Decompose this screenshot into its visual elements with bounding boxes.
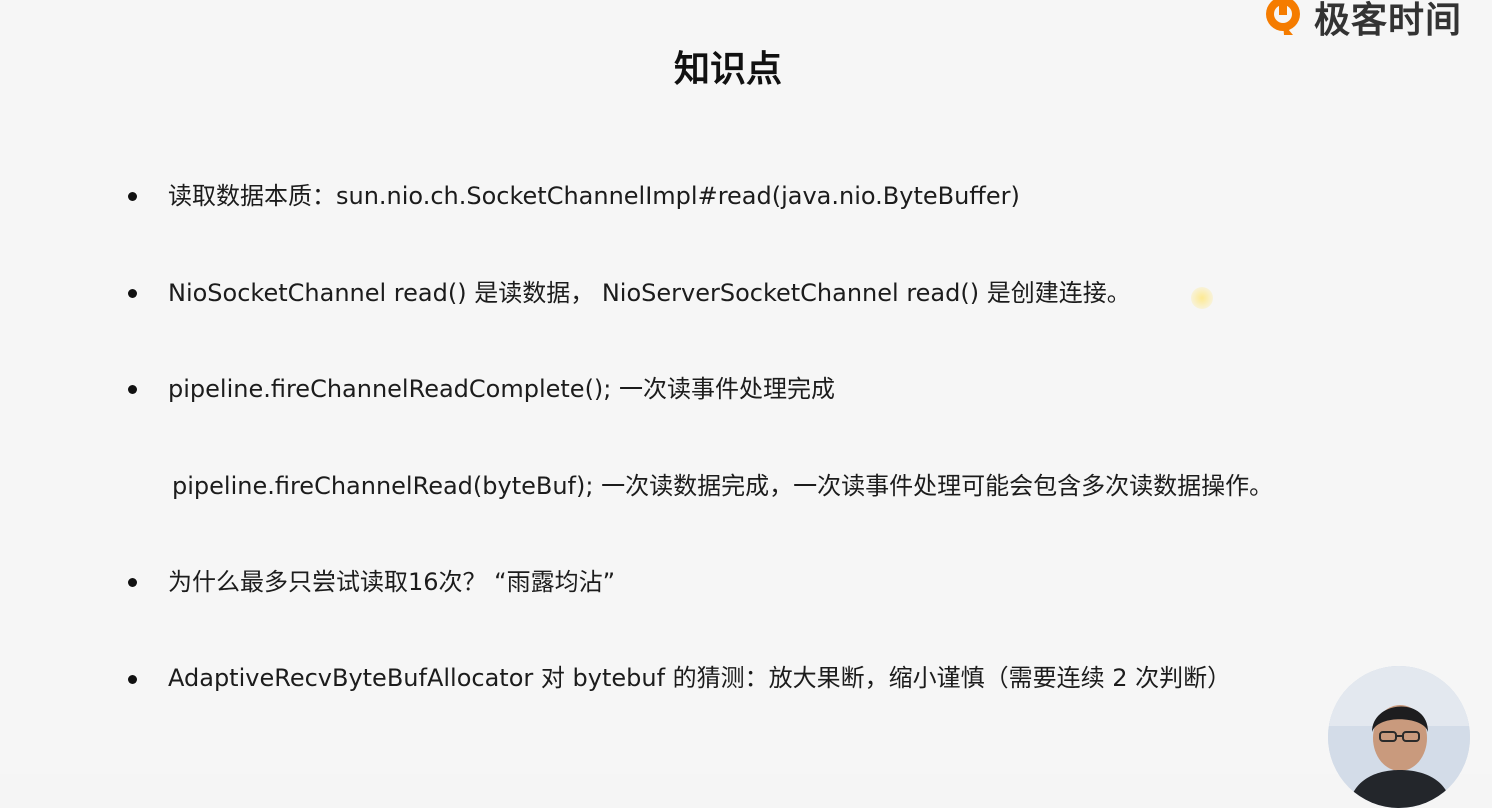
- list-item-2: NioSocketChannel read() 是读数据， NioServerS…: [168, 279, 1131, 307]
- list-item-5: AdaptiveRecvByteBufAllocator 对 bytebuf 的…: [168, 664, 1232, 692]
- brand-name: 极客时间: [1313, 0, 1462, 41]
- presenter-figure-icon: [1328, 666, 1470, 808]
- list-item-3-detail: pipeline.fireChannelRead(byteBuf); 一次读数据…: [172, 472, 1274, 500]
- bullet-1: [128, 192, 137, 201]
- bullet-5: [128, 675, 137, 684]
- list-item-3: pipeline.fireChannelReadComplete(); 一次读事…: [168, 375, 836, 403]
- presenter-avatar-icon: [1328, 666, 1470, 808]
- bullet-2: [128, 289, 137, 298]
- slide: 极客时间 知识点 读取数据本质：sun.nio.ch.SocketChannel…: [0, 0, 1492, 808]
- geektime-logo-icon: [1265, 0, 1300, 35]
- cursor-highlight-icon: [1191, 287, 1213, 309]
- bullet-4: [128, 578, 137, 587]
- page-title: 知识点: [673, 49, 782, 90]
- bullet-3: [128, 385, 137, 394]
- list-item-4: 为什么最多只尝试读取16次？ “雨露均沾”: [168, 568, 616, 596]
- list-item-1: 读取数据本质：sun.nio.ch.SocketChannelImpl#read…: [168, 182, 1020, 210]
- brand-logo: 极客时间: [1260, 0, 1462, 42]
